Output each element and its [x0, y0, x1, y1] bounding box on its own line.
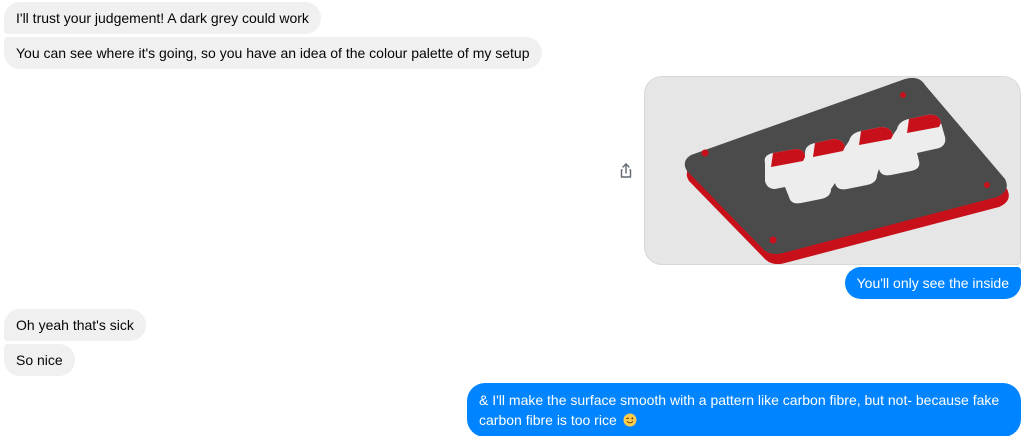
outgoing-message[interactable]: & I'll make the surface smooth with a pa…	[467, 383, 1021, 436]
screw-hole	[769, 236, 777, 244]
screw-hole	[984, 182, 990, 188]
winking-face-emoji-icon	[623, 412, 637, 427]
outgoing-message[interactable]: You'll only see the inside	[844, 267, 1021, 299]
incoming-message[interactable]: I'll trust your judgement! A dark grey c…	[4, 2, 321, 34]
incoming-message[interactable]: You can see where it's going, so you hav…	[4, 37, 542, 69]
shared-photo-gear-shift-plate[interactable]	[644, 76, 1021, 265]
incoming-message[interactable]: Oh yeah that's sick	[4, 309, 146, 341]
incoming-message[interactable]: So nice	[4, 344, 75, 376]
share-icon[interactable]	[616, 161, 636, 181]
chat-thread: I'll trust your judgement! A dark grey c…	[0, 0, 1024, 436]
screw-hole	[701, 149, 709, 157]
outgoing-message-text: & I'll make the surface smooth with a pa…	[479, 392, 1000, 428]
screw-hole	[900, 92, 906, 98]
